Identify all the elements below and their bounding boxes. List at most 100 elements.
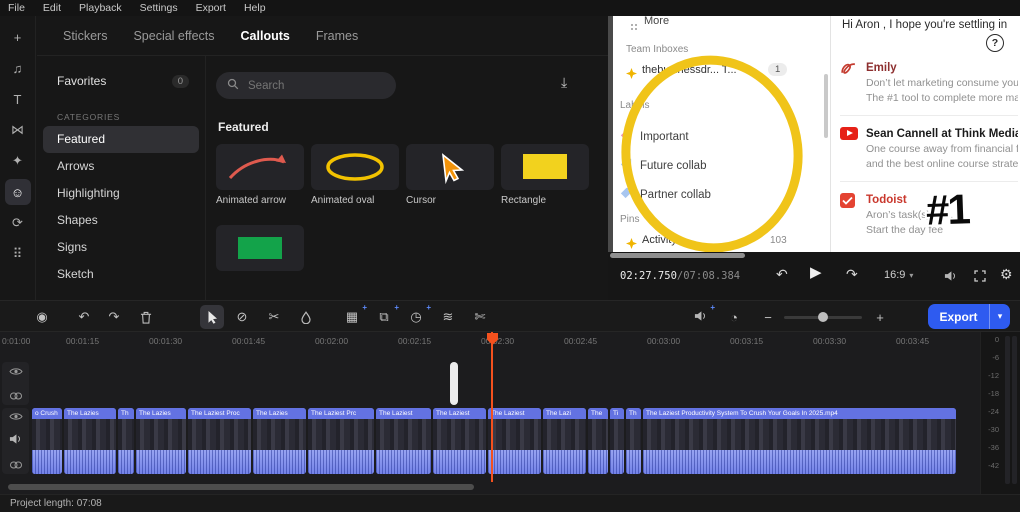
clip-waveform [588, 450, 608, 474]
elements-icon[interactable]: ⠿ [5, 241, 31, 267]
menu-export[interactable]: Export [196, 2, 226, 14]
clip-thumbnails [32, 419, 62, 450]
speed-icon[interactable]: ◷ + [404, 303, 431, 329]
eye-icon[interactable] [8, 408, 23, 426]
stickers-icon[interactable]: ☺ [4, 179, 31, 205]
add-media-icon[interactable]: + [5, 24, 31, 50]
library-item-cursor[interactable]: Cursor [406, 144, 494, 207]
delete-icon[interactable] [134, 305, 158, 329]
clip[interactable]: The [588, 408, 608, 474]
preview-controls: 02:27.750/07:08.384 ↶ ▶ ↷ 16:9 ▾ ⚙ [608, 252, 1020, 300]
meter-label: -42 [988, 461, 999, 470]
category-signs[interactable]: Signs [43, 234, 199, 261]
category-shapes[interactable]: Shapes [43, 207, 199, 234]
download-icon[interactable]: ⤓ [561, 74, 567, 91]
menu-edit[interactable]: Edit [43, 2, 61, 14]
clip[interactable]: The Laziest Productivity System To Crush… [643, 408, 956, 474]
timeline-scrollbar[interactable] [8, 484, 474, 490]
volume-icon[interactable] [944, 269, 957, 285]
export-button[interactable]: Export ▾ [928, 304, 1010, 329]
preview-settings-icon[interactable]: ⚙ [1000, 266, 1013, 282]
video-preview[interactable]: More Team Inboxes thebusinessdr... T... … [608, 16, 1020, 252]
next-frame-icon[interactable]: ↷ [846, 266, 858, 282]
split-tool-icon[interactable]: ✂ [262, 305, 286, 329]
clip[interactable]: The Lazi [543, 408, 586, 474]
tab-stickers[interactable]: Stickers [63, 29, 107, 43]
overlay-clip[interactable] [450, 362, 458, 405]
library-item-rectangle[interactable]: Rectangle [501, 144, 589, 207]
timecode-current: 02:27.750 [620, 270, 677, 282]
category-featured[interactable]: Featured [43, 126, 199, 153]
detach-audio-icon[interactable]: ✄ [468, 305, 492, 329]
menu-file[interactable]: File [8, 2, 25, 14]
clip[interactable]: Ti [610, 408, 624, 474]
select-tool-icon[interactable] [200, 305, 224, 329]
speaker-icon[interactable] [9, 432, 22, 450]
effects-icon[interactable]: ✦ [5, 148, 31, 174]
clip[interactable]: The Lazies [253, 408, 306, 474]
clip[interactable]: The Laziest Prc [308, 408, 374, 474]
green-rectangle-icon [216, 225, 304, 271]
record-icon[interactable]: ◉ [30, 305, 54, 329]
ban-tool-icon[interactable]: ⊘ [230, 305, 254, 329]
clip[interactable]: The Laziest [433, 408, 486, 474]
clip-waveform [643, 450, 956, 474]
filters-icon[interactable]: ▦ + [340, 303, 367, 329]
text-tool-icon[interactable]: T [5, 86, 31, 112]
library-grid: Animated arrow Animated oval Cursor Rectang… [216, 144, 608, 300]
mask-tool-icon[interactable] [294, 305, 318, 329]
menu-playback[interactable]: Playback [79, 2, 122, 14]
captions-icon[interactable]: ⟳ [5, 210, 31, 236]
library-item-green-rectangle[interactable] [216, 225, 304, 288]
library-item-animated-arrow[interactable]: Animated arrow [216, 144, 304, 207]
aspect-ratio-control[interactable]: 16:9 ▾ [884, 269, 913, 281]
adjust-icon[interactable]: ≋ [436, 305, 460, 329]
audio-icon[interactable]: ♫ [5, 55, 31, 81]
keyframe-icon[interactable]: ◔ [722, 305, 746, 329]
fullscreen-icon[interactable] [974, 269, 986, 285]
export-caret-icon[interactable]: ▾ [989, 304, 1010, 329]
clip[interactable]: Th [626, 408, 641, 474]
mute-track-icon[interactable]: + [688, 303, 715, 329]
category-sketch[interactable]: Sketch [43, 261, 199, 288]
clip[interactable]: The Lazies [136, 408, 186, 474]
menu-help[interactable]: Help [244, 2, 266, 14]
redo-icon[interactable]: ↷ [102, 305, 126, 329]
link-icon[interactable] [9, 387, 23, 405]
eye-icon[interactable] [8, 363, 23, 381]
ruler-label: 00:01:30 [149, 336, 183, 346]
tab-callouts[interactable]: Callouts [241, 29, 290, 43]
category-highlighting[interactable]: Highlighting [43, 180, 199, 207]
preview-scrollbar[interactable] [610, 253, 745, 258]
tab-frames[interactable]: Frames [316, 29, 358, 43]
menu-settings[interactable]: Settings [140, 2, 178, 14]
meter-scale: 0 -6 -12 -18 -24 -30 -36 -42 [983, 332, 1001, 494]
clip[interactable]: The Laziest [376, 408, 431, 474]
favorites-row[interactable]: Favorites 0 [57, 74, 189, 88]
link-icon[interactable] [9, 456, 23, 474]
zoom-slider-knob[interactable] [818, 312, 828, 322]
mute-badge: + [710, 303, 715, 312]
search-input[interactable] [246, 78, 380, 93]
ruler-label: 00:03:15 [730, 336, 764, 346]
library-item-label [216, 276, 304, 288]
crop-icon[interactable]: ⧉ + [372, 303, 399, 329]
transitions-icon[interactable]: ⋈ [5, 117, 31, 143]
prev-frame-icon[interactable]: ↶ [776, 266, 788, 282]
undo-icon[interactable]: ↶ [72, 305, 96, 329]
clip[interactable]: Th [118, 408, 134, 474]
library-item-animated-oval[interactable]: Animated oval [311, 144, 399, 207]
search-box[interactable] [216, 72, 396, 99]
play-icon[interactable]: ▶ [810, 265, 822, 281]
zoom-out-icon[interactable]: − [756, 305, 780, 329]
tab-special-effects[interactable]: Special effects [133, 29, 214, 43]
playhead-line[interactable] [491, 332, 493, 482]
clip-thumbnails [188, 419, 251, 450]
zoom-in-icon[interactable]: + [868, 305, 892, 329]
clip[interactable]: The Laziest [488, 408, 541, 474]
clip[interactable]: The Laziest Proc [188, 408, 251, 474]
clip[interactable]: The Lazies [64, 408, 116, 474]
category-arrows[interactable]: Arrows [43, 153, 199, 180]
clip[interactable]: o Crush [32, 408, 62, 474]
ruler-label: 0:01:00 [2, 336, 31, 346]
